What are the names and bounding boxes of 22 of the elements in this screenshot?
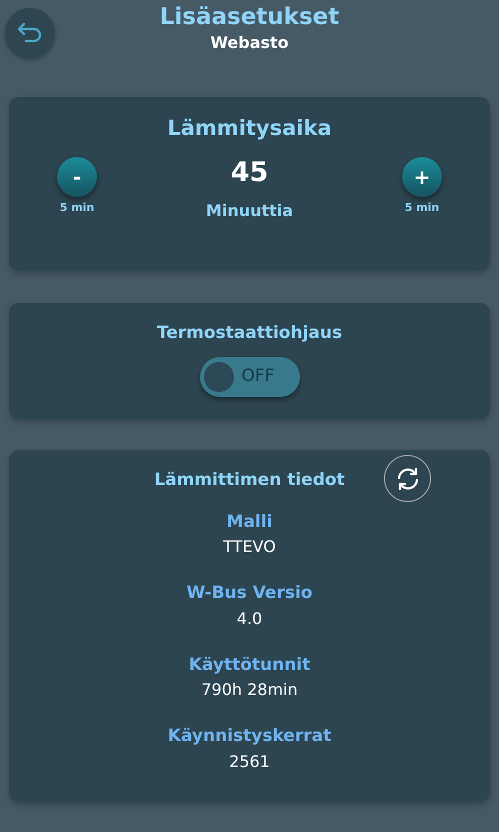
step-label: 5 min <box>404 200 440 216</box>
unit-label: Minuuttia <box>206 200 294 222</box>
info-label: Malli <box>226 510 272 534</box>
card-title: Termostaattiohjaus <box>156 322 342 345</box>
info-value: 4.0 <box>236 608 262 630</box>
increase-button[interactable]: + <box>402 156 442 196</box>
refresh-button[interactable] <box>384 455 431 502</box>
info-value: 790h 28min <box>201 679 298 701</box>
card-title: Lämmittimen tiedot <box>154 469 345 492</box>
page-title: Lisäasetukset <box>160 4 340 30</box>
back-icon <box>16 22 44 44</box>
info-value: 2561 <box>229 750 270 772</box>
decrease-button[interactable]: - <box>57 156 97 196</box>
back-button[interactable] <box>5 8 55 58</box>
card-title: Lämmitysaika <box>167 116 332 140</box>
minutes-value: 45 <box>230 156 268 189</box>
info-label: Käynnistyskerrat <box>168 725 332 748</box>
step-label: 5 min <box>60 200 94 216</box>
page-subtitle: Webasto <box>210 32 289 54</box>
info-label: Käyttötunnit <box>188 654 310 676</box>
info-label: W-Bus Versio <box>186 582 312 605</box>
info-value: TTEVO <box>223 536 276 558</box>
